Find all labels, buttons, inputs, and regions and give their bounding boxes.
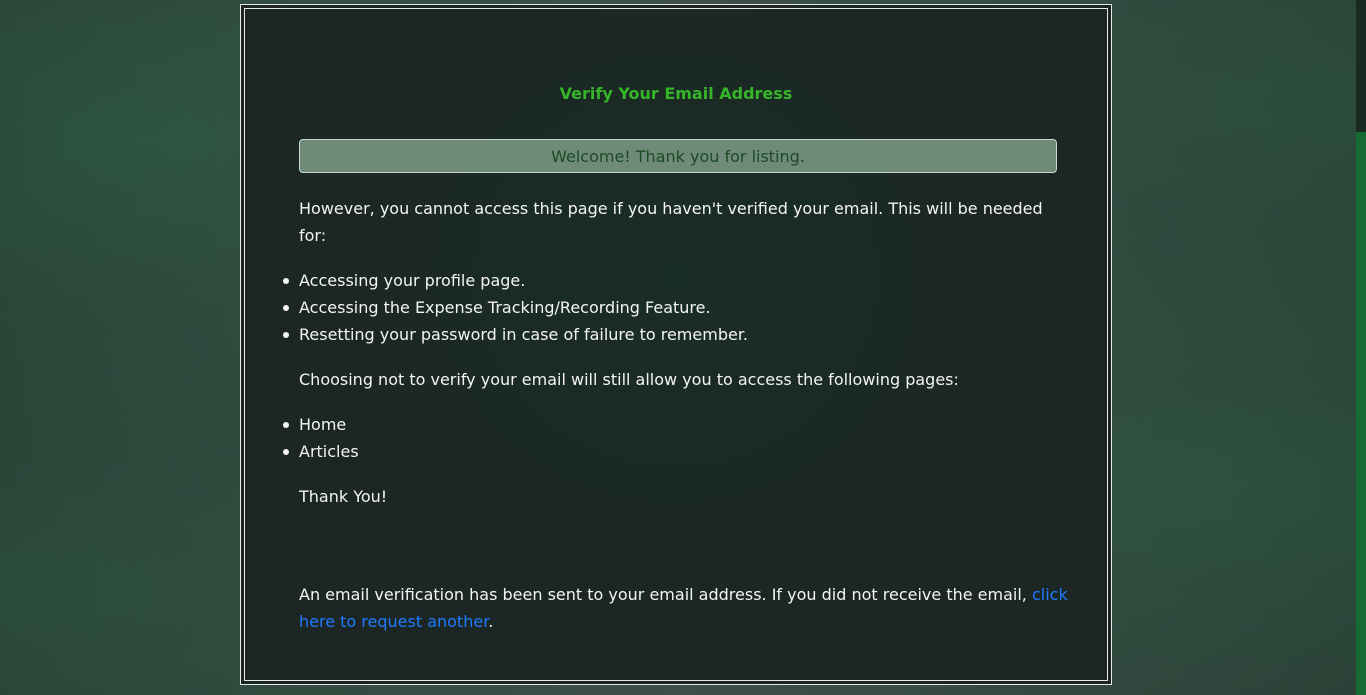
scrollbar-track[interactable] — [1356, 0, 1366, 695]
sent-notice-text: An email verification has been sent to y… — [299, 585, 1027, 604]
welcome-alert: Welcome! Thank you for listing. — [299, 139, 1057, 173]
verification-content: However, you cannot access this page if … — [283, 195, 1069, 528]
thanks-text: Thank You! — [299, 487, 388, 506]
sent-notice-suffix: . — [488, 612, 494, 631]
optional-intro-text: Choosing not to verify your email will s… — [299, 370, 959, 389]
page-title: Verify Your Email Address — [559, 84, 793, 103]
list-item: Home — [283, 411, 1069, 438]
verify-email-card: Verify Your Email Address Welcome! Thank… — [240, 4, 1112, 685]
list-item: Resetting your password in case of failu… — [283, 321, 1069, 348]
scrollbar-thumb[interactable] — [1356, 132, 1366, 695]
required-features-list: Accessing your profile page. Accessing t… — [283, 267, 1069, 348]
list-item: Articles — [283, 438, 1069, 465]
list-item: Accessing the Expense Tracking/Recording… — [283, 294, 1069, 321]
sent-notice: An email verification has been sent to y… — [299, 581, 1069, 635]
intro-text: However, you cannot access this page if … — [299, 199, 1043, 245]
card-inner-frame: Verify Your Email Address Welcome! Thank… — [244, 8, 1108, 681]
list-item: Accessing your profile page. — [283, 267, 1069, 294]
allowed-pages-list: Home Articles — [283, 411, 1069, 465]
